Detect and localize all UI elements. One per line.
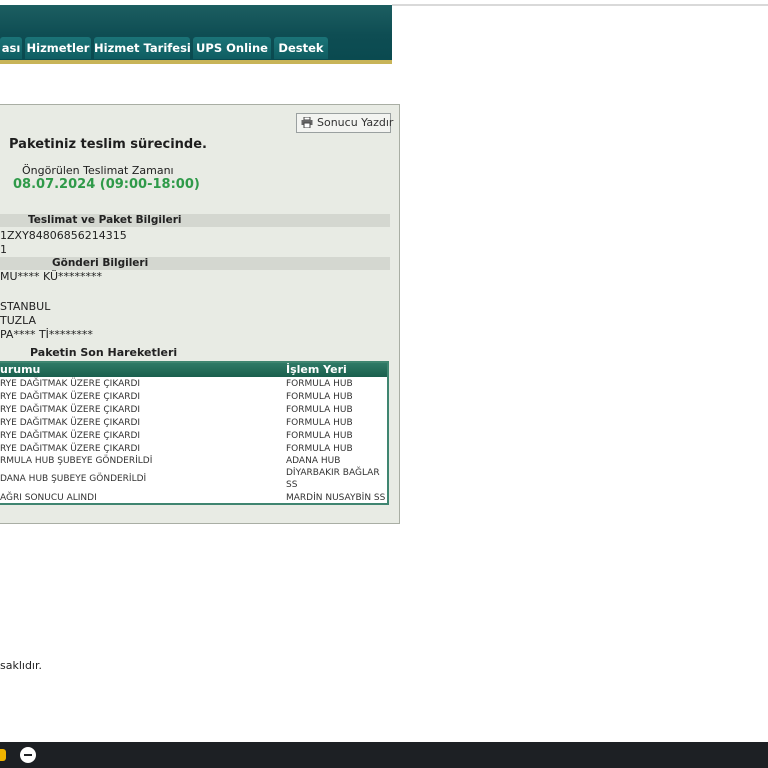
row-location: FORMULA HUB bbox=[286, 379, 353, 389]
print-button-label: Sonucu Yazdır bbox=[317, 116, 394, 129]
table-row: AĞRI SONUCU ALINDI MARDİN NUSAYBİN SS bbox=[0, 492, 387, 505]
tab-hizmet-tarifesi[interactable]: Hizmet Tarifesi bbox=[94, 37, 190, 59]
column-location: İşlem Yeri bbox=[286, 363, 347, 376]
table-row: RYE DAĞITMAK ÜZERE ÇIKARDI FORMULA HUB bbox=[0, 391, 387, 404]
row-location: FORMULA HUB bbox=[286, 418, 353, 428]
row-status: RYE DAĞITMAK ÜZERE ÇIKARDI bbox=[0, 418, 141, 428]
status-title: Paketiniz teslim sürecinde. bbox=[9, 137, 207, 152]
movements-title: Paketin Son Hareketleri bbox=[30, 346, 178, 359]
table-row: RYE DAĞITMAK ÜZERE ÇIKARDI FORMULA HUB bbox=[0, 430, 387, 443]
table-row: RYE DAĞITMAK ÜZERE ÇIKARDI FORMULA HUB bbox=[0, 417, 387, 430]
row-location: DİYARBAKIR BAĞLAR SS bbox=[286, 468, 380, 490]
print-result-button[interactable]: Sonucu Yazdır bbox=[296, 113, 394, 133]
row-status: RYE DAĞITMAK ÜZERE ÇIKARDI bbox=[0, 405, 141, 415]
row-status: AĞRI SONUCU ALINDI bbox=[0, 493, 97, 503]
app-icon[interactable] bbox=[0, 749, 6, 761]
tab-hizmetler[interactable]: Hizmetler bbox=[25, 37, 91, 59]
estimated-delivery-value: 08.07.2024 (09:00-18:00) bbox=[13, 177, 200, 192]
estimated-delivery-label: Öngörülen Teslimat Zamanı bbox=[22, 164, 174, 177]
row-status: RYE DAĞITMAK ÜZERE ÇIKARDI bbox=[0, 392, 141, 402]
tracking-number: 1ZXY84806856214315 bbox=[0, 229, 127, 242]
shipment-section-title: Gönderi Bilgileri bbox=[52, 257, 149, 269]
sender-name: MU**** KÜ******** bbox=[0, 270, 103, 283]
package-count: 1 bbox=[0, 243, 7, 256]
tab-partial[interactable]: ası bbox=[0, 37, 22, 59]
row-location: FORMULA HUB bbox=[286, 392, 353, 402]
movements-table: urumu İşlem Yeri RYE DAĞITMAK ÜZERE ÇIKA… bbox=[0, 361, 389, 505]
table-row: DANA HUB ŞUBEYE GÖNDERİLDİ DİYARBAKIR BA… bbox=[0, 467, 387, 492]
column-status: urumu bbox=[0, 363, 41, 376]
receiver-name: PA**** Tİ******** bbox=[0, 328, 93, 341]
taskbar bbox=[0, 742, 768, 768]
row-location: FORMULA HUB bbox=[286, 405, 353, 415]
table-row: RYE DAĞITMAK ÜZERE ÇIKARDI FORMULA HUB bbox=[0, 378, 387, 391]
tab-ups-online[interactable]: UPS Online bbox=[193, 37, 271, 59]
row-status: DANA HUB ŞUBEYE GÖNDERİLDİ bbox=[0, 474, 147, 484]
tab-destek[interactable]: Destek bbox=[274, 37, 328, 59]
row-location: MARDİN NUSAYBİN SS bbox=[286, 493, 386, 503]
printer-icon bbox=[301, 117, 313, 128]
table-row: RYE DAĞITMAK ÜZERE ÇIKARDI FORMULA HUB bbox=[0, 404, 387, 417]
delivery-section-title: Teslimat ve Paket Bilgileri bbox=[28, 214, 182, 226]
row-location: FORMULA HUB bbox=[286, 431, 353, 441]
row-status: RYE DAĞITMAK ÜZERE ÇIKARDI bbox=[0, 379, 141, 389]
shipment-section-header: Gönderi Bilgileri bbox=[0, 257, 390, 270]
top-divider bbox=[392, 4, 768, 6]
sender-district: TUZLA bbox=[0, 314, 37, 327]
row-status: RYE DAĞITMAK ÜZERE ÇIKARDI bbox=[0, 431, 141, 441]
minus-circle-icon[interactable] bbox=[20, 747, 36, 763]
copyright-text: saklıdır. bbox=[0, 659, 43, 672]
sender-city: STANBUL bbox=[0, 300, 51, 313]
delivery-section-header: Teslimat ve Paket Bilgileri bbox=[0, 214, 390, 227]
table-header: urumu İşlem Yeri bbox=[0, 363, 387, 377]
